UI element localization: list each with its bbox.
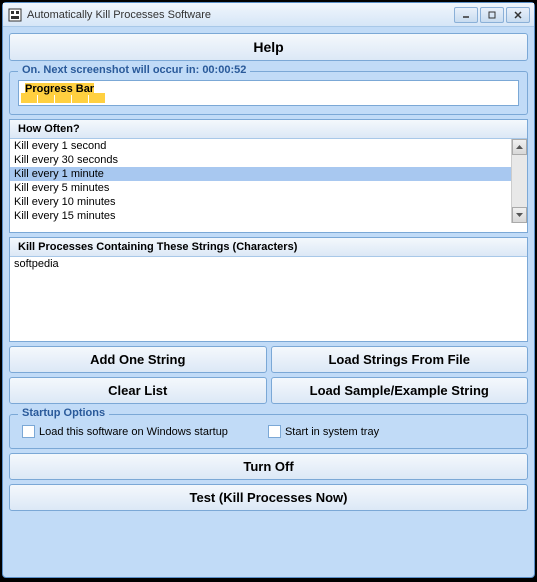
checkbox-load-startup[interactable] xyxy=(22,425,35,438)
list-item[interactable]: Kill every 10 minutes xyxy=(10,195,511,209)
scroll-down-button[interactable] xyxy=(512,207,527,223)
scroll-up-button[interactable] xyxy=(512,139,527,155)
how-often-list[interactable]: Kill every 1 secondKill every 30 seconds… xyxy=(10,139,511,223)
list-item[interactable]: Kill every 5 minutes xyxy=(10,181,511,195)
turn-off-button[interactable]: Turn Off xyxy=(9,453,528,480)
scrollbar xyxy=(511,139,527,223)
button-grid: Add One String Load Strings From File Cl… xyxy=(9,346,528,404)
maximize-button[interactable] xyxy=(480,7,504,23)
clear-list-button[interactable]: Clear List xyxy=(9,377,267,404)
startup-option-load: Load this software on Windows startup xyxy=(22,425,228,438)
list-item[interactable]: Kill every 15 minutes xyxy=(10,209,511,223)
status-title: On. Next screenshot will occur in: 00:00… xyxy=(18,64,250,76)
list-item[interactable]: Kill every 30 seconds xyxy=(10,153,511,167)
startup-option-tray: Start in system tray xyxy=(268,425,379,438)
titlebar: Automatically Kill Processes Software xyxy=(3,3,534,27)
checkbox-label: Start in system tray xyxy=(285,426,379,438)
strings-list[interactable]: softpedia xyxy=(10,257,527,341)
add-one-string-button[interactable]: Add One String xyxy=(9,346,267,373)
list-item[interactable]: Kill every 1 second xyxy=(10,139,511,153)
window-controls xyxy=(454,7,530,23)
window-title: Automatically Kill Processes Software xyxy=(27,9,450,21)
test-button[interactable]: Test (Kill Processes Now) xyxy=(9,484,528,511)
main-window: Automatically Kill Processes Software He… xyxy=(2,2,535,578)
load-strings-file-button[interactable]: Load Strings From File xyxy=(271,346,529,373)
strings-header: Kill Processes Containing These Strings … xyxy=(10,238,527,257)
minimize-button[interactable] xyxy=(454,7,478,23)
scroll-track[interactable] xyxy=(512,155,527,207)
content-area: Help On. Next screenshot will occur in: … xyxy=(3,27,534,577)
close-button[interactable] xyxy=(506,7,530,23)
how-often-header: How Often? xyxy=(10,120,527,139)
progress-label: Progress Bar xyxy=(25,83,94,95)
startup-row: Load this software on Windows startup St… xyxy=(18,423,519,440)
checkbox-label: Load this software on Windows startup xyxy=(39,426,228,438)
startup-group: Startup Options Load this software on Wi… xyxy=(9,414,528,449)
strings-panel: Kill Processes Containing These Strings … xyxy=(9,237,528,342)
status-group: On. Next screenshot will occur in: 00:00… xyxy=(9,71,528,115)
startup-title: Startup Options xyxy=(18,407,109,419)
progress-bar: Progress Bar xyxy=(18,80,519,106)
string-item[interactable]: softpedia xyxy=(14,258,523,270)
checkbox-system-tray[interactable] xyxy=(268,425,281,438)
how-often-panel: How Often? Kill every 1 secondKill every… xyxy=(9,119,528,233)
app-icon xyxy=(7,7,23,23)
list-item[interactable]: Kill every 1 minute xyxy=(10,167,511,181)
help-button[interactable]: Help xyxy=(9,33,528,61)
how-often-body: Kill every 1 secondKill every 30 seconds… xyxy=(10,139,527,223)
load-sample-button[interactable]: Load Sample/Example String xyxy=(271,377,529,404)
